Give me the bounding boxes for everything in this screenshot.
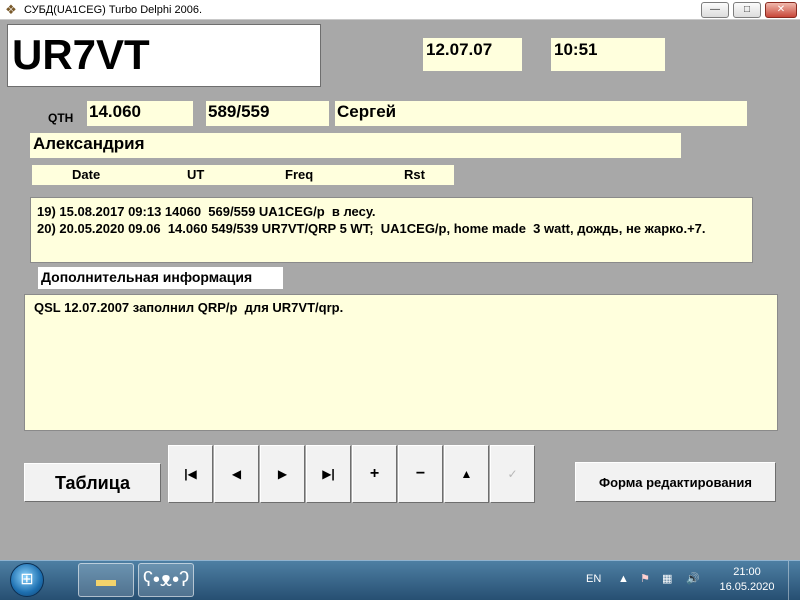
nav-insert-button[interactable]: +: [352, 445, 397, 503]
taskbar-explorer-button[interactable]: ▬: [78, 563, 134, 597]
column-header-ut: UT: [187, 167, 205, 182]
callsign-field: UR7VT: [7, 24, 321, 87]
language-indicator[interactable]: EN: [586, 573, 601, 585]
action-center-flag-icon[interactable]: ⚑: [640, 572, 650, 586]
log-entry: 20) 20.05.2020 09.06 14.060 549/539 UR7V…: [37, 221, 706, 236]
log-column-headers: Date UT Freq Rst: [32, 165, 454, 185]
qso-date-field: 12.07.07: [423, 38, 522, 71]
qth-label: QTH: [48, 111, 74, 125]
title-bar: ❖ СУБД(UA1CEG) Turbo Delphi 2006. — □ ✕: [0, 0, 800, 20]
nav-last-button[interactable]: ▶|: [306, 445, 351, 503]
folder-icon: ▬: [96, 569, 116, 591]
window-title: СУБД(UA1CEG) Turbo Delphi 2006.: [24, 4, 203, 16]
log-entry: 19) 15.08.2017 09:13 14060 569/559 UA1CE…: [37, 204, 376, 219]
operator-name-field: Сергей: [335, 101, 747, 126]
nav-first-button[interactable]: |◀: [168, 445, 213, 503]
qso-history-box[interactable]: 19) 15.08.2017 09:13 14060 569/559 UA1CE…: [30, 197, 753, 263]
column-header-date: Date: [72, 167, 101, 182]
column-header-freq: Freq: [285, 167, 314, 182]
city-field: Александрия: [30, 133, 681, 158]
taskbar-app-button[interactable]: ʕ•ᴥ•ʔ: [138, 563, 194, 597]
frequency-field: 14.060: [87, 101, 193, 126]
close-button[interactable]: ✕: [765, 2, 797, 18]
clock[interactable]: 21:00 16.05.2020: [712, 565, 782, 595]
show-desktop-button[interactable]: [788, 561, 800, 600]
nav-next-button[interactable]: ▶: [260, 445, 305, 503]
additional-info-label: Дополнительная информация: [38, 267, 283, 289]
app-icon[interactable]: ❖: [3, 2, 19, 18]
network-icon[interactable]: ▦: [662, 572, 672, 586]
edit-form-button[interactable]: Форма редактирования: [575, 462, 776, 502]
windows-orb-icon: ⊞: [20, 571, 34, 588]
additional-info-memo[interactable]: QSL 12.07.2007 заполнил QRP/p для UR7VT/…: [24, 294, 778, 431]
nav-edit-button[interactable]: ▲: [444, 445, 489, 503]
nav-post-button[interactable]: ✓: [490, 445, 535, 503]
start-button[interactable]: ⊞: [10, 563, 44, 597]
clock-time: 21:00: [733, 566, 761, 578]
maximize-button[interactable]: □: [733, 2, 761, 18]
taskbar: ⊞ ▬ ʕ•ᴥ•ʔ EN ▲ ⚑ ▦ 🔊 21:00 16.05.2020: [0, 560, 800, 600]
volume-icon[interactable]: 🔊: [686, 572, 700, 586]
minimize-button[interactable]: —: [701, 2, 729, 18]
nav-prior-button[interactable]: ◀: [214, 445, 259, 503]
clock-date: 16.05.2020: [719, 581, 775, 593]
column-header-rst: Rst: [404, 167, 425, 182]
tray-expand-icon[interactable]: ▲: [618, 572, 629, 586]
qso-time-field: 10:51: [551, 38, 665, 71]
rst-field: 589/559: [206, 101, 329, 126]
bear-icon: ʕ•ᴥ•ʔ: [142, 569, 190, 591]
nav-delete-button[interactable]: −: [398, 445, 443, 503]
table-button[interactable]: Таблица: [24, 463, 161, 502]
